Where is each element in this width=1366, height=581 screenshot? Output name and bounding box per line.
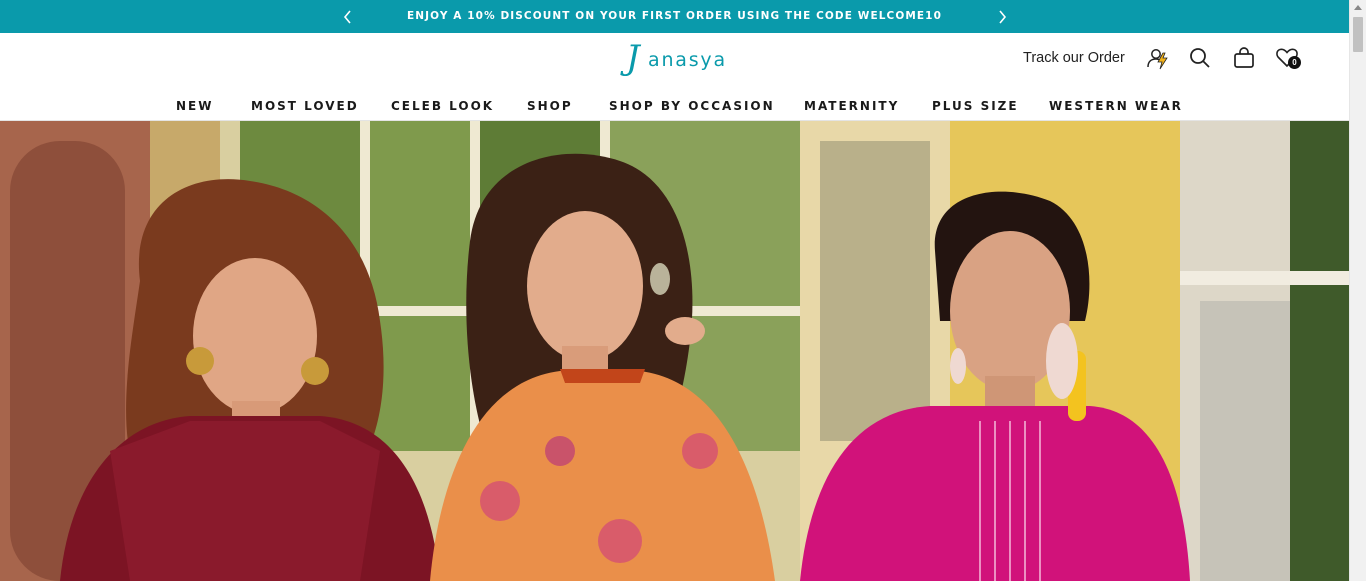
page-scrollbar[interactable] [1349, 0, 1366, 581]
search-icon[interactable] [1187, 45, 1213, 71]
scroll-up-arrow-icon[interactable] [1354, 5, 1362, 10]
logo-initial: J [626, 38, 640, 78]
nav-item-new[interactable]: NEW [176, 99, 213, 113]
main-nav: NEW MOST LOVED CELEB LOOK SHOP SHOP BY O… [0, 99, 1349, 113]
lightning-user-icon[interactable] [1145, 45, 1171, 71]
site-header: J anasya Track our Order 0 NEW MOST LOVE… [0, 33, 1349, 121]
logo-wordmark: anasya [648, 49, 727, 71]
nav-item-shop-by-occasion[interactable]: SHOP BY OCCASION [609, 99, 775, 113]
announcement-text: ENJOY A 10% DISCOUNT ON YOUR FIRST ORDER… [407, 10, 942, 22]
nav-item-shop[interactable]: SHOP [527, 99, 573, 113]
nav-item-maternity[interactable]: MATERNITY [804, 99, 899, 113]
nav-item-most-loved[interactable]: MOST LOVED [251, 99, 359, 113]
chevron-right-icon[interactable] [995, 9, 1009, 25]
nav-item-celeb-look[interactable]: CELEB LOOK [391, 99, 494, 113]
heart-icon[interactable]: 0 [1274, 45, 1301, 71]
track-order-link[interactable]: Track our Order [1023, 49, 1125, 67]
shopping-bag-icon[interactable] [1231, 45, 1257, 71]
nav-item-plus-size[interactable]: PLUS SIZE [932, 99, 1019, 113]
nav-item-western-wear[interactable]: WESTERN WEAR [1049, 99, 1183, 113]
scroll-thumb[interactable] [1353, 17, 1363, 52]
announcement-bar: ENJOY A 10% DISCOUNT ON YOUR FIRST ORDER… [0, 0, 1349, 33]
hero-banner[interactable] [0, 121, 1349, 581]
hero-image [0, 121, 1349, 581]
wishlist-count-badge: 0 [1288, 56, 1301, 69]
brand-logo[interactable]: J anasya [624, 39, 728, 77]
page: ENJOY A 10% DISCOUNT ON YOUR FIRST ORDER… [0, 0, 1366, 581]
